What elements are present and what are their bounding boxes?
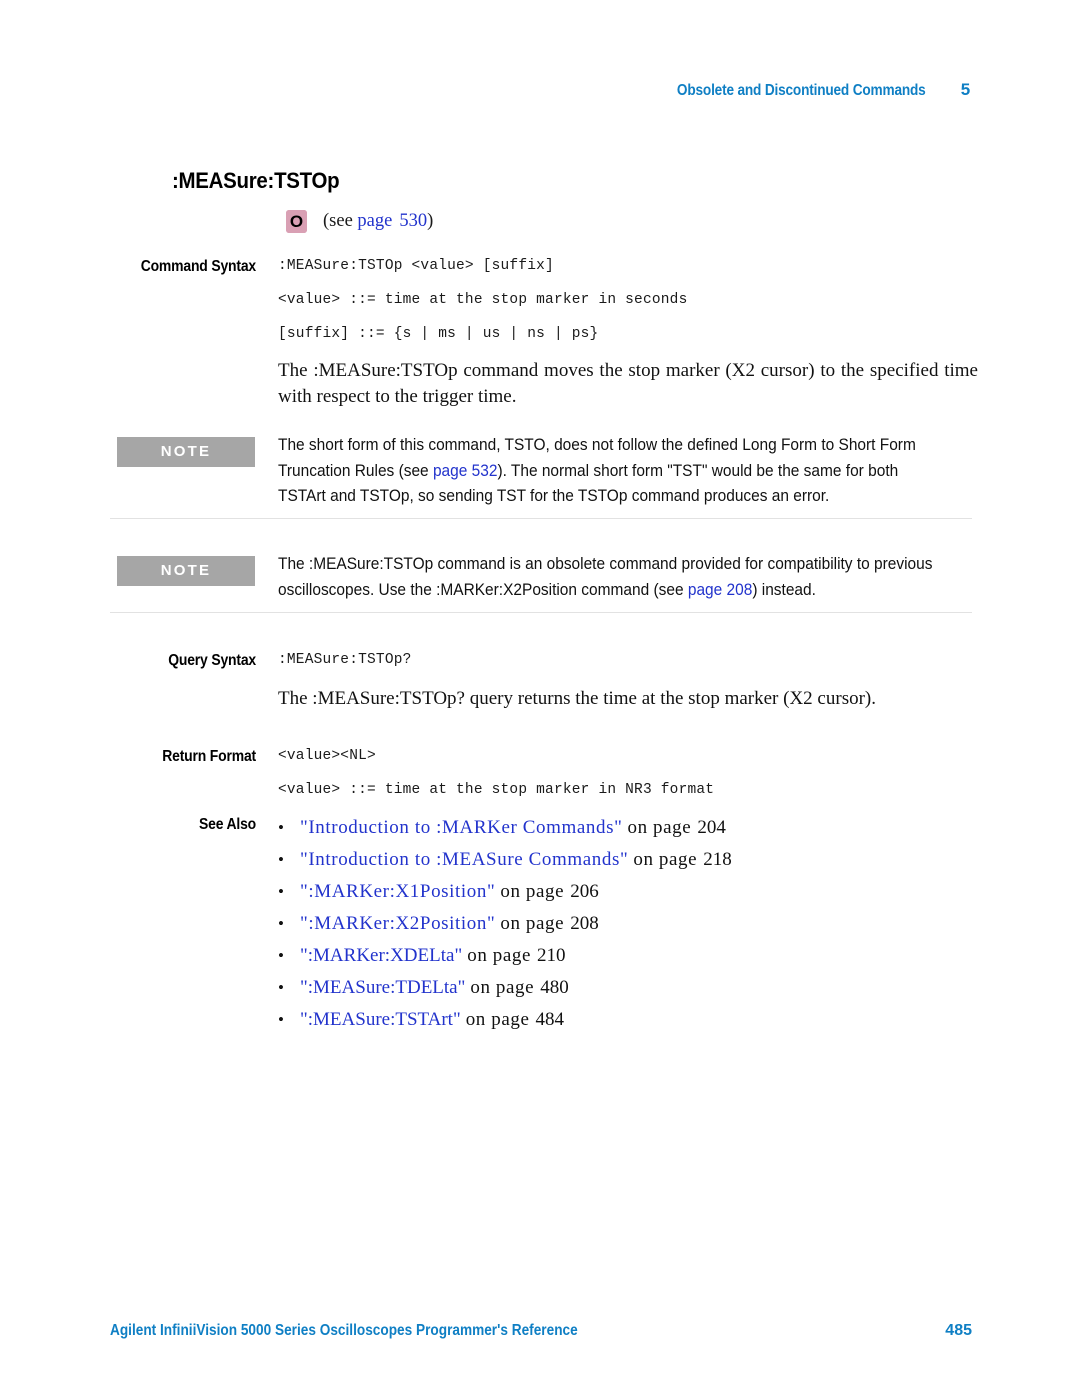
see-also-link[interactable]: ":MARKer:X1Position" — [300, 876, 495, 908]
note-badge: NOTE — [117, 437, 255, 467]
see-also-label: See Also — [199, 816, 256, 833]
see-also-page: 218 — [703, 849, 732, 870]
note-block-2: NOTE The :MEASure:TSTOp command is an ob… — [110, 552, 972, 612]
see-also-page: 480 — [540, 977, 569, 998]
bullet-icon: • — [278, 818, 284, 837]
obsolete-badge-row: O (see page 530) — [286, 210, 433, 233]
see-also-page: 210 — [537, 945, 566, 966]
bullet-icon: • — [278, 978, 284, 997]
list-item: • "Introduction to :MEASure Commands" on… — [278, 844, 978, 876]
query-syntax-label: Query Syntax — [168, 652, 256, 669]
return-format-content: <value><NL> <value> ::= time at the stop… — [278, 748, 990, 798]
see-page-note: (see page 530) — [323, 211, 433, 232]
see-also-tail: on page — [627, 817, 692, 838]
return-format-line-2: <value> ::= time at the stop marker in N… — [278, 782, 715, 798]
page-footer: Agilent InfiniiVision 5000 Series Oscill… — [110, 1322, 972, 1340]
see-also-page: 208 — [570, 913, 599, 934]
see-also-list: • "Introduction to :MARKer Commands" on … — [278, 812, 978, 1036]
see-also-tail: on page — [633, 849, 698, 870]
command-syntax-label: Command Syntax — [140, 258, 256, 275]
see-also-tail: on page — [500, 881, 565, 902]
command-syntax-content: :MEASure:TSTOp <value> [suffix] <value> … — [278, 258, 990, 342]
bullet-icon: • — [278, 914, 284, 933]
note-text-2: The :MEASure:TSTOp command is an obsolet… — [278, 552, 941, 603]
note-block-1: NOTE The short form of this command, TST… — [110, 433, 972, 515]
note1-page-link[interactable]: page 532 — [433, 462, 497, 480]
see-also-link[interactable]: "Introduction to :MEASure Commands" — [300, 844, 628, 876]
list-item: • ":MARKer:X2Position" on page 208 — [278, 908, 978, 940]
note-badge: NOTE — [117, 556, 255, 586]
see-prefix: (see — [323, 211, 358, 231]
see-also-link[interactable]: ":MEASure:TDELta" — [300, 972, 465, 1004]
see-also-tail: on page — [470, 977, 535, 998]
command-description: The :MEASure:TSTOp command moves the sto… — [278, 360, 978, 407]
chapter-title: Obsolete and Discontinued Commands — [677, 82, 926, 99]
note2-text-part1: The :MEASure:TSTOp command is an obsolet… — [278, 555, 933, 599]
note2-page-link[interactable]: page 208 — [688, 581, 752, 599]
see-suffix: ) — [427, 211, 434, 231]
bullet-icon: • — [278, 1010, 284, 1029]
note-divider-2 — [110, 612, 972, 613]
footer-page-number: 485 — [945, 1322, 972, 1339]
query-description: The :MEASure:TSTOp? query returns the ti… — [278, 688, 876, 709]
note-divider-1 — [110, 518, 972, 519]
see-also-tail: on page — [465, 1009, 530, 1030]
list-item: • ":MEASure:TDELta" on page 480 — [278, 972, 978, 1004]
list-item: • "Introduction to :MARKer Commands" on … — [278, 812, 978, 844]
see-also-link[interactable]: ":MARKer:XDELta" — [300, 940, 462, 972]
document-page: Obsolete and Discontinued Commands 5 :ME… — [0, 0, 1080, 1397]
list-item: • ":MARKer:X1Position" on page 206 — [278, 876, 978, 908]
bullet-icon: • — [278, 946, 284, 965]
see-also-tail: on page — [467, 945, 532, 966]
running-header: Obsolete and Discontinued Commands 5 — [110, 80, 970, 100]
see-also-page: 484 — [535, 1009, 565, 1030]
bullet-icon: • — [278, 882, 284, 901]
note2-text-part2: ) instead. — [752, 580, 816, 599]
command-syntax-line-1: :MEASure:TSTOp <value> [suffix] — [278, 258, 554, 274]
list-item: • ":MEASure:TSTArt" on page 484 — [278, 1004, 978, 1036]
return-format-label: Return Format — [162, 748, 256, 765]
query-syntax-content: :MEASure:TSTOp? — [278, 652, 990, 668]
footer-title: Agilent InfiniiVision 5000 Series Oscill… — [110, 1322, 578, 1339]
see-also-link[interactable]: ":MARKer:X2Position" — [300, 908, 495, 940]
see-also-page: 206 — [570, 881, 599, 902]
command-syntax-line-3: [suffix] ::= {s | ms | us | ns | ps} — [278, 326, 599, 342]
list-item: • ":MARKer:XDELta" on page 210 — [278, 940, 978, 972]
bullet-icon: • — [278, 850, 284, 869]
obsolete-icon: O — [286, 210, 307, 233]
command-syntax-line-2: <value> ::= time at the stop marker in s… — [278, 292, 688, 308]
see-also-link[interactable]: ":MEASure:TSTArt" — [300, 1004, 461, 1036]
note-text-1: The short form of this command, TSTO, do… — [278, 433, 941, 510]
see-page-link[interactable]: page — [357, 211, 392, 231]
see-also-tail: on page — [500, 913, 565, 934]
see-page-number[interactable]: 530 — [399, 211, 427, 231]
see-also-page: 204 — [697, 817, 726, 838]
query-syntax-line-1: :MEASure:TSTOp? — [278, 652, 412, 668]
see-also-link[interactable]: "Introduction to :MARKer Commands" — [300, 812, 622, 844]
return-format-line-1: <value><NL> — [278, 748, 376, 764]
chapter-number: 5 — [960, 80, 970, 99]
page-title: :MEASure:TSTOp — [172, 168, 340, 193]
